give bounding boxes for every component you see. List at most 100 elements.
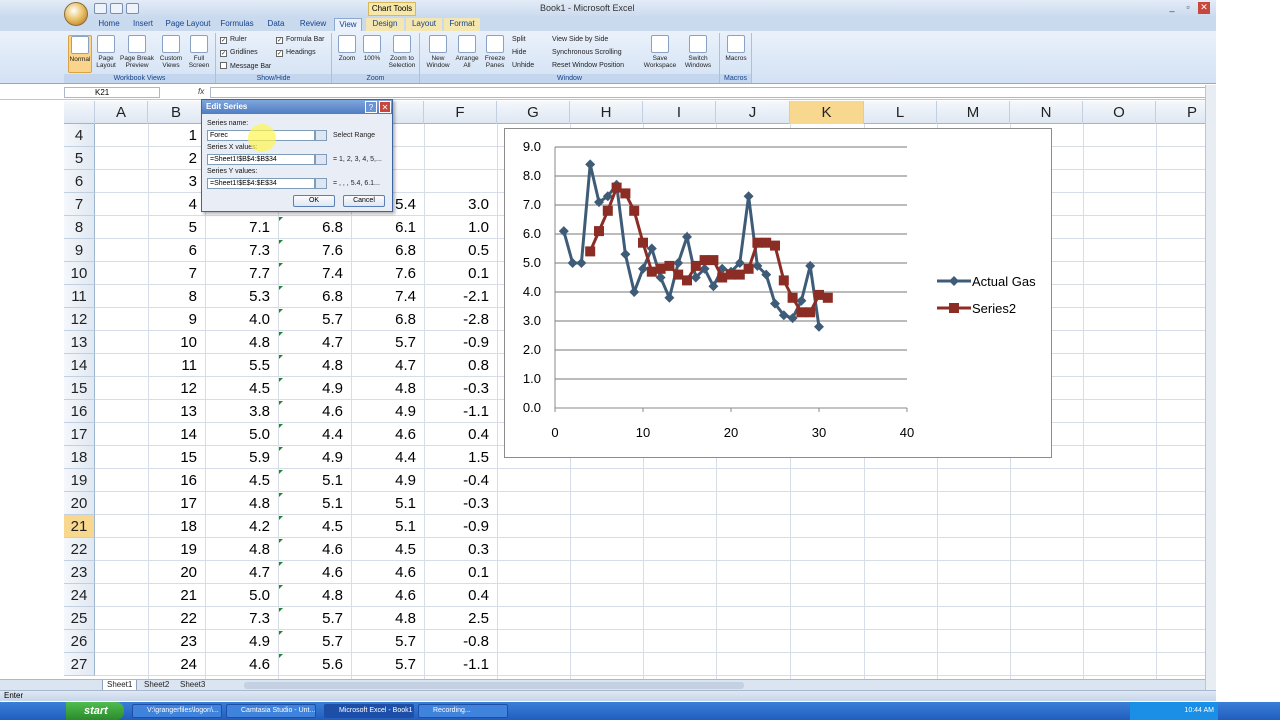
taskbar-item-camtasia[interactable]: Camtasia Studio - Unt... [226, 704, 316, 718]
cell-e8[interactable]: 6.1 [351, 216, 424, 239]
minimize-icon[interactable]: _ [1166, 2, 1178, 14]
cell-e20[interactable]: 5.1 [351, 492, 424, 515]
cell-f10[interactable]: 0.1 [424, 262, 497, 285]
cell-c14[interactable]: 5.5 [205, 354, 278, 377]
column-header-o[interactable]: O [1083, 101, 1156, 124]
cell-d24[interactable]: 4.8 [278, 584, 351, 607]
taskbar-item-excel[interactable]: Microsoft Excel - Book1 [324, 704, 414, 718]
row-header[interactable]: 17 [64, 423, 95, 446]
error-indicator-icon[interactable] [279, 516, 283, 520]
cell-d17[interactable]: 4.4 [278, 423, 351, 446]
row-header[interactable]: 18 [64, 446, 95, 469]
save-icon[interactable] [94, 3, 107, 14]
cell-d16[interactable]: 4.6 [278, 400, 351, 423]
cell-e25[interactable]: 4.8 [351, 607, 424, 630]
column-header-j[interactable]: J [716, 101, 790, 124]
custom-views-button[interactable]: Custom Views [158, 35, 184, 69]
cell-b10[interactable]: 7 [148, 262, 205, 285]
gridlines-checkbox[interactable]: ✓ Gridlines [220, 49, 258, 57]
range-picker-icon[interactable] [315, 178, 327, 189]
tab-design[interactable]: Design [366, 18, 404, 31]
cell-d25[interactable]: 5.7 [278, 607, 351, 630]
cell-c27[interactable]: 4.6 [205, 653, 278, 676]
fx-icon[interactable]: fx [198, 87, 204, 96]
row-header[interactable]: 24 [64, 584, 95, 607]
cell-c25[interactable]: 7.3 [205, 607, 278, 630]
cell-d9[interactable]: 7.6 [278, 239, 351, 262]
cell-e27[interactable]: 5.7 [351, 653, 424, 676]
cell-b13[interactable]: 10 [148, 331, 205, 354]
office-button[interactable] [64, 2, 88, 26]
cell-b19[interactable]: 16 [148, 469, 205, 492]
tab-layout[interactable]: Layout [406, 18, 442, 31]
help-icon[interactable]: ? [365, 101, 377, 113]
cell-e10[interactable]: 7.6 [351, 262, 424, 285]
tab-format[interactable]: Format [444, 18, 480, 31]
cell-f18[interactable]: 1.5 [424, 446, 497, 469]
tab-home[interactable]: Home [92, 18, 126, 31]
cell-e16[interactable]: 4.9 [351, 400, 424, 423]
cell-e23[interactable]: 4.6 [351, 561, 424, 584]
row-header[interactable]: 16 [64, 400, 95, 423]
cell-b18[interactable]: 15 [148, 446, 205, 469]
cell-e12[interactable]: 6.8 [351, 308, 424, 331]
cell-e9[interactable]: 6.8 [351, 239, 424, 262]
cell-e14[interactable]: 4.7 [351, 354, 424, 377]
tab-view[interactable]: View [334, 18, 362, 31]
chart-area[interactable]: 0.0 1.0 2.0 3.0 4.0 5.0 6.0 7.0 8.0 9.0 0 10 20 30 40 A… [504, 128, 1052, 458]
cell-b6[interactable]: 3 [148, 170, 205, 193]
cell-f24[interactable]: 0.4 [424, 584, 497, 607]
start-button[interactable]: start [66, 702, 124, 720]
row-header[interactable]: 23 [64, 561, 95, 584]
page-break-preview-button[interactable]: Page Break Preview [120, 35, 154, 69]
cell-f9[interactable]: 0.5 [424, 239, 497, 262]
cell-e24[interactable]: 4.6 [351, 584, 424, 607]
row-header[interactable]: 12 [64, 308, 95, 331]
cell-e18[interactable]: 4.4 [351, 446, 424, 469]
cell-c21[interactable]: 4.2 [205, 515, 278, 538]
reset-window-button[interactable]: Reset Window Position [552, 62, 624, 69]
column-header-i[interactable]: I [643, 101, 716, 124]
cell-c12[interactable]: 4.0 [205, 308, 278, 331]
cell-e22[interactable]: 4.5 [351, 538, 424, 561]
cell-f22[interactable]: 0.3 [424, 538, 497, 561]
error-indicator-icon[interactable] [279, 562, 283, 566]
cell-b15[interactable]: 12 [148, 377, 205, 400]
cell-b27[interactable]: 24 [148, 653, 205, 676]
error-indicator-icon[interactable] [279, 493, 283, 497]
horizontal-scrollbar[interactable] [244, 682, 744, 689]
cell-c17[interactable]: 5.0 [205, 423, 278, 446]
error-indicator-icon[interactable] [279, 401, 283, 405]
error-indicator-icon[interactable] [279, 263, 283, 267]
cell-c20[interactable]: 4.8 [205, 492, 278, 515]
cell-e21[interactable]: 5.1 [351, 515, 424, 538]
error-indicator-icon[interactable] [279, 286, 283, 290]
cell-b14[interactable]: 11 [148, 354, 205, 377]
restore-icon[interactable]: ▫ [1182, 2, 1194, 14]
side-by-side-button[interactable]: View Side by Side [552, 36, 608, 43]
row-header[interactable]: 8 [64, 216, 95, 239]
column-header-g[interactable]: G [497, 101, 570, 124]
error-indicator-icon[interactable] [279, 585, 283, 589]
cell-b17[interactable]: 14 [148, 423, 205, 446]
freeze-panes-button[interactable]: Freeze Panes [482, 35, 508, 69]
cell-b22[interactable]: 19 [148, 538, 205, 561]
cell-e11[interactable]: 7.4 [351, 285, 424, 308]
cell-f17[interactable]: 0.4 [424, 423, 497, 446]
row-header[interactable]: 9 [64, 239, 95, 262]
column-header-l[interactable]: L [864, 101, 937, 124]
error-indicator-icon[interactable] [279, 654, 283, 658]
cell-c8[interactable]: 7.1 [205, 216, 278, 239]
cell-c10[interactable]: 7.7 [205, 262, 278, 285]
tab-review[interactable]: Review [294, 18, 332, 31]
zoom-button[interactable]: Zoom [336, 35, 358, 62]
cell-d21[interactable]: 4.5 [278, 515, 351, 538]
cell-c15[interactable]: 4.5 [205, 377, 278, 400]
ok-button[interactable]: OK [293, 195, 335, 207]
taskbar-item-explorer[interactable]: V:\grangerfiles\logon\... [132, 704, 222, 718]
column-header-m[interactable]: M [937, 101, 1010, 124]
row-header[interactable]: 4 [64, 124, 95, 147]
cell-e15[interactable]: 4.8 [351, 377, 424, 400]
tab-data[interactable]: Data [260, 18, 292, 31]
cell-d13[interactable]: 4.7 [278, 331, 351, 354]
